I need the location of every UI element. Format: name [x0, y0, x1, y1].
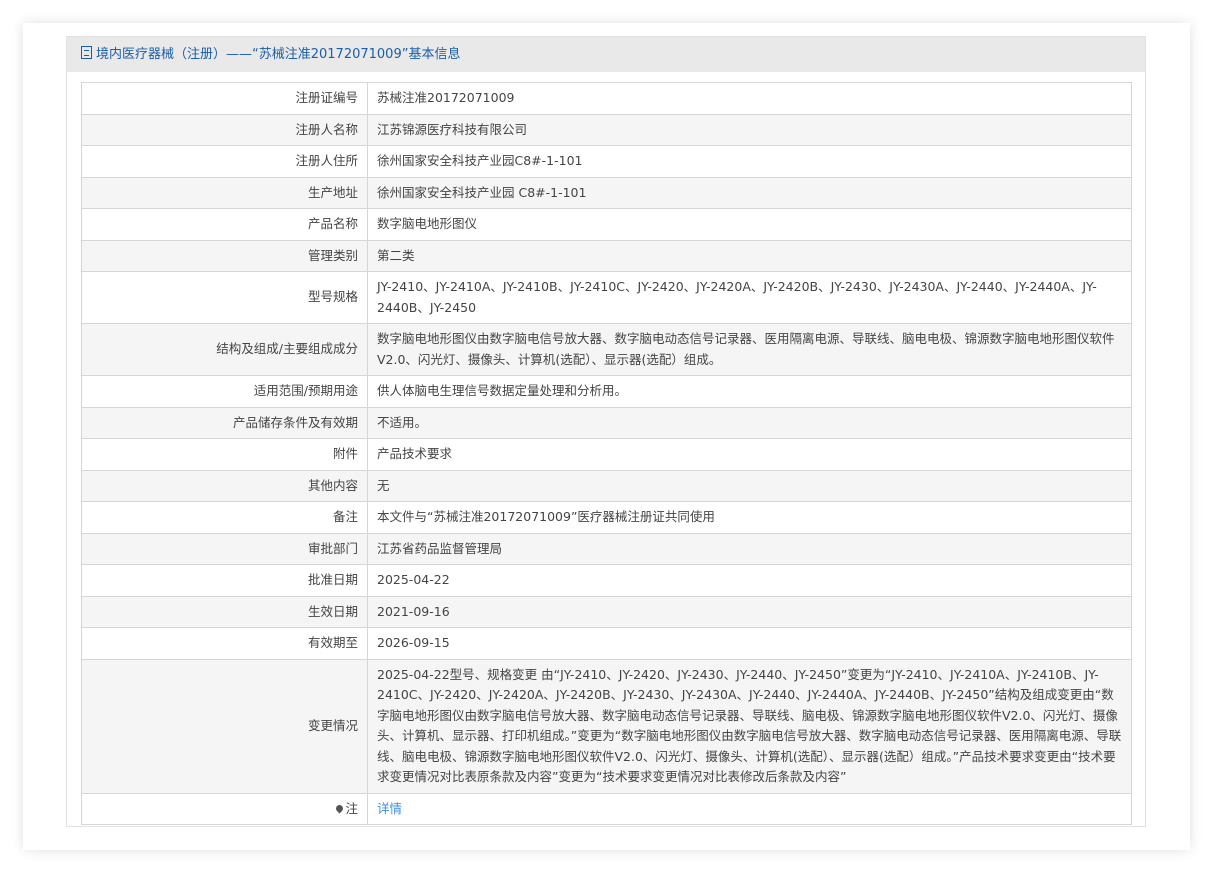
- row-label: 批准日期: [81, 564, 368, 597]
- document-icon: [81, 46, 92, 59]
- table-row-note: 注 详情: [81, 792, 1132, 825]
- row-label: 变更情况: [81, 658, 368, 794]
- note-label: 注: [345, 800, 358, 816]
- row-value: 2025-04-22型号、规格变更 由“JY-2410、JY-2420、JY-2…: [367, 658, 1132, 794]
- page-card: 境内医疗器械（注册）——“苏械注准20172071009”基本信息 注册证编号苏…: [23, 23, 1190, 850]
- table-row: 附件 产品技术要求: [81, 438, 1132, 471]
- table-row: 结构及组成/主要组成成分 数字脑电地形图仪由数字脑电信号放大器、数字脑电动态信号记…: [81, 323, 1132, 376]
- table-row: 备注 本文件与“苏械注准20172071009”医疗器械注册证共同使用: [81, 501, 1132, 534]
- row-value: 苏械注准20172071009: [367, 82, 1132, 115]
- table-row: 产品储存条件及有效期 不适用。: [81, 406, 1132, 439]
- row-value: 2025-04-22: [367, 564, 1132, 597]
- row-label: 其他内容: [81, 469, 368, 502]
- row-value: 徐州国家安全科技产业园C8#-1-101: [367, 145, 1132, 178]
- table-row: 其他内容无: [81, 469, 1132, 502]
- row-value: 产品技术要求: [367, 438, 1132, 471]
- row-value: JY-2410、JY-2410A、JY-2410B、JY-2410C、JY-24…: [367, 271, 1132, 324]
- table-row: 生产地址 徐州国家安全科技产业园 C8#-1-101: [81, 176, 1132, 209]
- row-value: 2026-09-15: [367, 627, 1132, 660]
- row-label: 产品储存条件及有效期: [81, 406, 368, 439]
- row-label: 结构及组成/主要组成成分: [81, 323, 368, 376]
- table-row: 管理类别 第二类: [81, 239, 1132, 272]
- table-row: 注册人名称 江苏锦源医疗科技有限公司: [81, 113, 1132, 146]
- row-value: 徐州国家安全科技产业园 C8#-1-101: [367, 176, 1132, 209]
- row-label: 注册人名称: [81, 113, 368, 146]
- row-value: 江苏锦源医疗科技有限公司: [367, 113, 1132, 146]
- row-label: 备注: [81, 501, 368, 534]
- row-value: 第二类: [367, 239, 1132, 272]
- row-value: 不适用。: [367, 406, 1132, 439]
- details-link[interactable]: 详情: [377, 801, 402, 816]
- table-row: 注册人住所 徐州国家安全科技产业园C8#-1-101: [81, 145, 1132, 178]
- row-label: 注册证编号: [81, 82, 368, 115]
- panel-header: 境内医疗器械（注册）——“苏械注准20172071009”基本信息: [67, 37, 1145, 72]
- table-row: 注册证编号 苏械注准20172071009: [81, 82, 1132, 115]
- pin-icon: [335, 803, 345, 813]
- info-table: 注册证编号 苏械注准20172071009 注册人名称 江苏锦源医疗科技有限公司 注册人…: [81, 82, 1132, 825]
- table-row: 型号规格 JY-2410、JY-2410A、JY-2410B、JY-2410C、J…: [81, 271, 1132, 324]
- table-row: 生效日期 2021-09-16: [81, 595, 1132, 628]
- table-row: 批准日期 2025-04-22: [81, 564, 1132, 597]
- row-value: 无: [367, 469, 1132, 502]
- row-label: 管理类别: [81, 239, 368, 272]
- row-value: 2021-09-16: [367, 595, 1132, 628]
- row-value: 供人体脑电生理信号数据定量处理和分析用。: [367, 375, 1132, 408]
- table-row: 产品名称 数字脑电地形图仪: [81, 208, 1132, 241]
- table-row: 审批部门 江苏省药品监督管理局: [81, 532, 1132, 565]
- row-label: 产品名称: [81, 208, 368, 241]
- table-row: 变更情况 2025-04-22型号、规格变更 由“JY-2410、JY-2420、…: [81, 658, 1132, 794]
- table-row: 适用范围/预期用途 供人体脑电生理信号数据定量处理和分析用。: [81, 375, 1132, 408]
- row-label: 适用范围/预期用途: [81, 375, 368, 408]
- row-value: 本文件与“苏械注准20172071009”医疗器械注册证共同使用: [367, 501, 1132, 534]
- row-value: 数字脑电地形图仪: [367, 208, 1132, 241]
- table-row: 有效期至 2026-09-15: [81, 627, 1132, 660]
- info-panel: 境内医疗器械（注册）——“苏械注准20172071009”基本信息 注册证编号苏…: [66, 36, 1146, 827]
- row-label: 注: [81, 792, 368, 825]
- row-label: 生效日期: [81, 595, 368, 628]
- row-value: 数字脑电地形图仪由数字脑电信号放大器、数字脑电动态信号记录器、医用隔离电源、导联…: [367, 323, 1132, 376]
- row-label: 审批部门: [81, 532, 368, 565]
- row-label: 有效期至: [81, 627, 368, 660]
- row-label: 注册人住所: [81, 145, 368, 178]
- panel-title: 境内医疗器械（注册）——“苏械注准20172071009”基本信息: [96, 47, 461, 62]
- row-value: 详情: [367, 792, 1132, 825]
- row-value: 江苏省药品监督管理局: [367, 532, 1132, 565]
- row-label: 附件: [81, 438, 368, 471]
- row-label: 生产地址: [81, 176, 368, 209]
- row-label: 型号规格: [81, 271, 368, 324]
